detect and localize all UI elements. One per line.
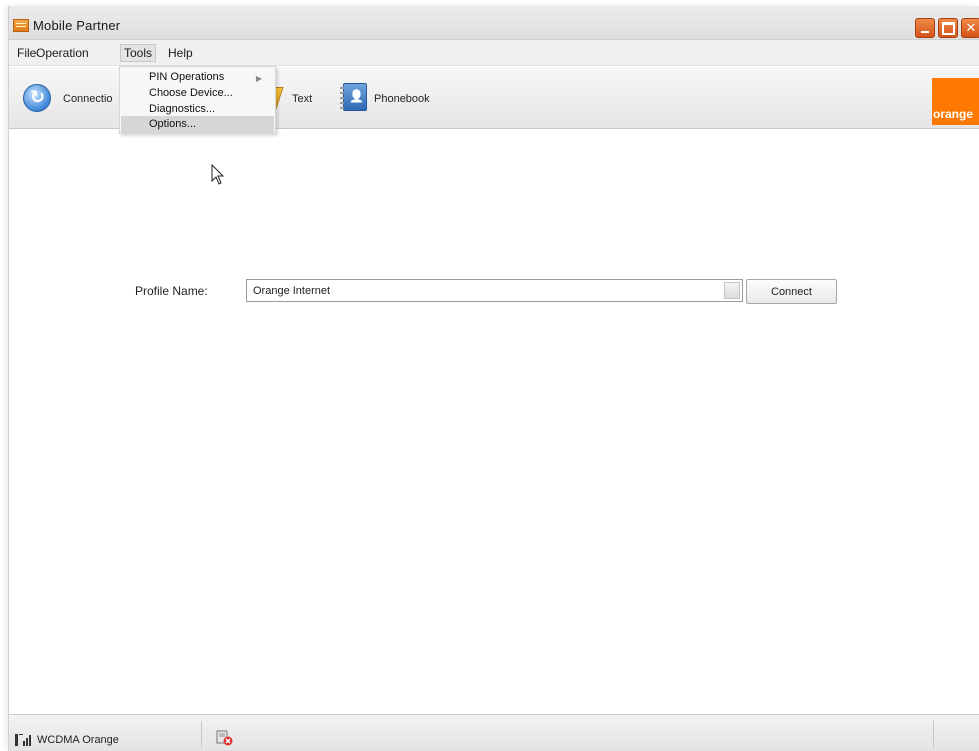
window-title: Mobile Partner — [33, 18, 121, 33]
title-bar[interactable]: Mobile Partner ✕ — [9, 6, 979, 40]
status-divider — [201, 721, 202, 748]
mobile-partner-window: Mobile Partner ✕ File Operation Tools He… — [8, 6, 979, 751]
profile-select[interactable]: Orange Internet — [246, 279, 743, 302]
text-label[interactable]: Text — [292, 93, 312, 105]
maximize-button[interactable] — [938, 18, 958, 38]
menu-operation[interactable]: Operation — [33, 44, 92, 62]
phonebook-icon[interactable] — [340, 83, 367, 111]
orange-logo-text: orange — [933, 107, 974, 121]
profile-name-label: Profile Name: — [135, 284, 208, 298]
app-icon — [13, 19, 29, 32]
menu-item-label: Diagnostics... — [149, 103, 216, 115]
menu-item-label: PIN Operations — [149, 71, 225, 83]
profile-value: Orange Internet — [253, 285, 331, 297]
phonebook-label[interactable]: Phonebook — [374, 93, 430, 105]
connection-label[interactable]: Connectio — [63, 93, 113, 105]
menu-help[interactable]: Help — [165, 44, 196, 62]
menu-item-pin-operations[interactable]: PIN Operations ▶ — [121, 69, 274, 86]
close-button[interactable]: ✕ — [961, 18, 979, 38]
device-disconnected-icon[interactable] — [216, 730, 234, 746]
menu-item-label: Choose Device... — [149, 87, 233, 99]
status-divider — [933, 721, 934, 748]
orange-logo: orange — [932, 78, 979, 125]
signal-strength-icon — [15, 734, 31, 746]
menu-bar: File Operation Tools Help — [9, 40, 979, 66]
dropdown-button-icon[interactable] — [724, 282, 740, 299]
tools-dropdown-menu: PIN Operations ▶ Choose Device... Diagno… — [119, 66, 276, 134]
menu-item-options[interactable]: Options... — [121, 116, 274, 133]
menu-tools[interactable]: Tools — [120, 44, 157, 62]
status-bar: WCDMA Orange — [9, 714, 979, 751]
minimize-button[interactable] — [915, 18, 935, 38]
network-status: WCDMA Orange — [37, 734, 119, 746]
menu-item-choose-device[interactable]: Choose Device... — [121, 85, 274, 102]
menu-item-label: Options... — [149, 118, 197, 130]
connect-button[interactable]: Connect — [746, 279, 837, 304]
connection-icon[interactable] — [23, 84, 51, 112]
mouse-cursor-icon — [211, 164, 225, 185]
